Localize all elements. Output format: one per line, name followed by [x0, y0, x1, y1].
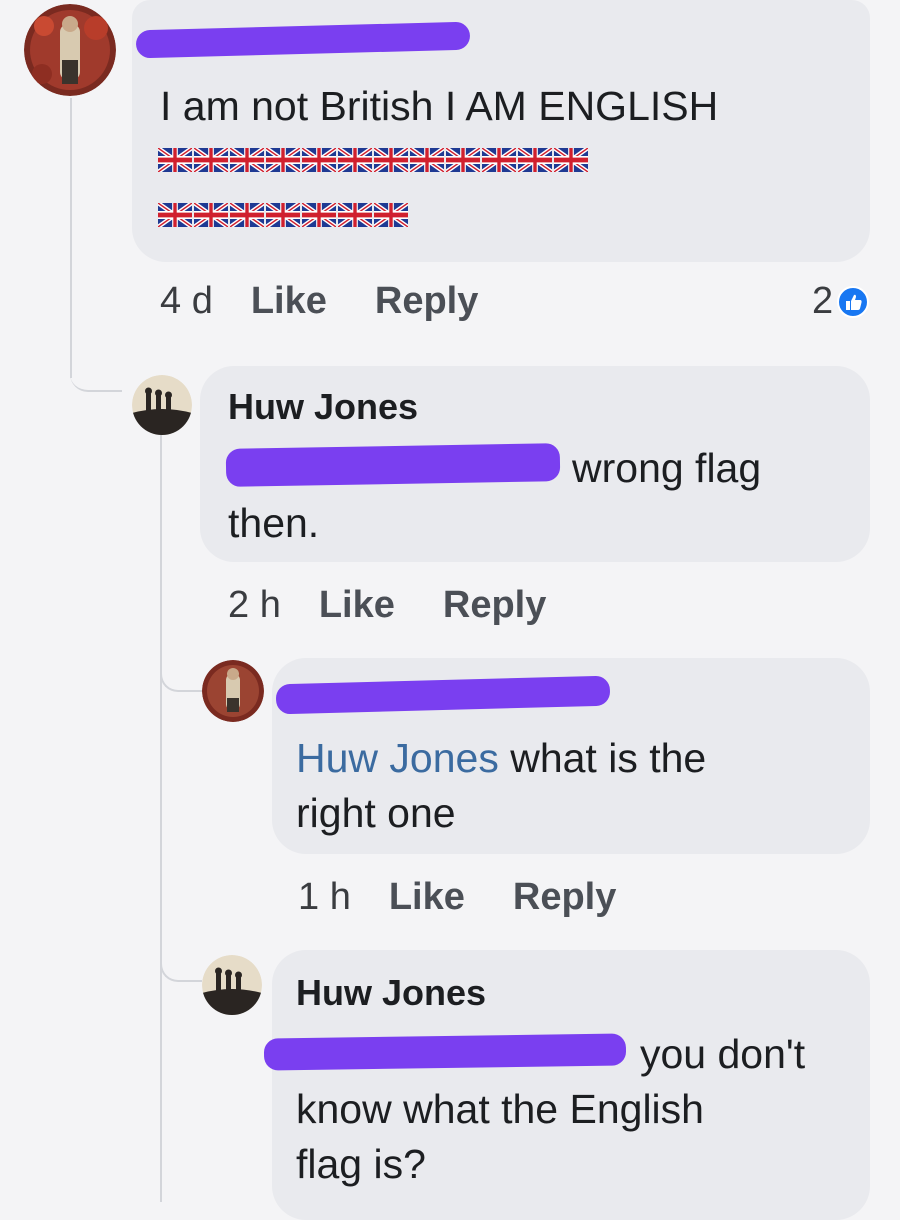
union-jack-flag-icon: [266, 203, 300, 227]
thread-elbow-reply-1: [70, 300, 122, 392]
comment-timestamp-1[interactable]: 4 d: [160, 280, 213, 323]
redacted-mention-2: [225, 443, 561, 487]
comment-actions-2: 2 h Like Reply: [228, 584, 594, 627]
like-button-3[interactable]: Like: [389, 876, 465, 919]
union-jack-flag-icon: [338, 203, 372, 227]
thread-elbow-reply-2: [160, 640, 202, 692]
comment-actions-3: 1 h Like Reply: [298, 876, 664, 919]
comment-timestamp-2[interactable]: 2 h: [228, 584, 281, 627]
thread-elbow-reply-3: [160, 930, 202, 982]
union-jack-flag-icon: [482, 148, 516, 172]
union-jack-flag-icon: [302, 203, 336, 227]
union-jack-flag-icon: [302, 148, 336, 172]
comment-text-3-line-1-rest: what is the: [498, 735, 707, 781]
comment-author-4[interactable]: Huw Jones: [296, 972, 486, 1014]
union-jack-flag-icon: [554, 148, 588, 172]
reply-button-1[interactable]: Reply: [375, 280, 478, 323]
union-jack-flag-icon: [194, 203, 228, 227]
union-jack-flag-icon: [194, 148, 228, 172]
comment-timestamp-3[interactable]: 1 h: [298, 876, 351, 919]
union-jack-flag-icon: [266, 148, 300, 172]
union-jack-flag-icon: [158, 203, 192, 227]
comment-actions-1: 4 d Like Reply: [160, 280, 526, 323]
flag-emoji-row-1: [158, 148, 588, 172]
comment-author-2[interactable]: Huw Jones: [228, 386, 418, 428]
union-jack-flag-icon: [230, 148, 264, 172]
comment-text-3-line-1: Huw Jones what is the: [296, 732, 706, 785]
avatar-commenter-2[interactable]: [202, 660, 264, 722]
union-jack-flag-icon: [374, 203, 408, 227]
reaction-summary-1[interactable]: 2: [812, 280, 870, 323]
union-jack-flag-icon: [518, 148, 552, 172]
like-icon: [837, 285, 870, 318]
redacted-mention-4: [263, 1033, 627, 1071]
reply-button-2[interactable]: Reply: [443, 584, 546, 627]
reaction-count-1: 2: [812, 280, 834, 322]
union-jack-flag-icon: [446, 148, 480, 172]
comment-text-3-line-2: right one: [296, 790, 456, 836]
avatar-huw-jones-image: [132, 375, 192, 435]
thread-line-sub: [160, 432, 162, 1202]
comment-text-4-line-2: know what the English: [296, 1086, 704, 1132]
union-jack-flag-icon: [230, 203, 264, 227]
avatar-huw-jones-2-image: [202, 955, 262, 1015]
comment-text-2-line-1: wrong flag: [572, 445, 762, 491]
comment-text-4-line-3: flag is?: [296, 1141, 426, 1187]
mention-huw-jones[interactable]: Huw Jones: [296, 735, 499, 781]
reply-button-3[interactable]: Reply: [513, 876, 616, 919]
union-jack-flag-icon: [338, 148, 372, 172]
comment-text-2-line-2: then.: [228, 500, 320, 546]
avatar-huw-jones-1[interactable]: [132, 375, 192, 435]
like-button-1[interactable]: Like: [251, 280, 327, 323]
avatar-huw-jones-2[interactable]: [202, 955, 262, 1015]
avatar-commenter[interactable]: [24, 4, 116, 96]
flag-emoji-row-2: [158, 203, 408, 227]
comment-text-4-line-1: you don't: [640, 1031, 806, 1077]
avatar-commenter-2-image: [202, 660, 264, 722]
like-button-2[interactable]: Like: [319, 584, 395, 627]
union-jack-flag-icon: [158, 148, 192, 172]
comment-text-1: I am not British I AM ENGLISH: [160, 83, 719, 129]
avatar-commenter-image: [24, 4, 116, 96]
union-jack-flag-icon: [410, 148, 444, 172]
union-jack-flag-icon: [374, 148, 408, 172]
